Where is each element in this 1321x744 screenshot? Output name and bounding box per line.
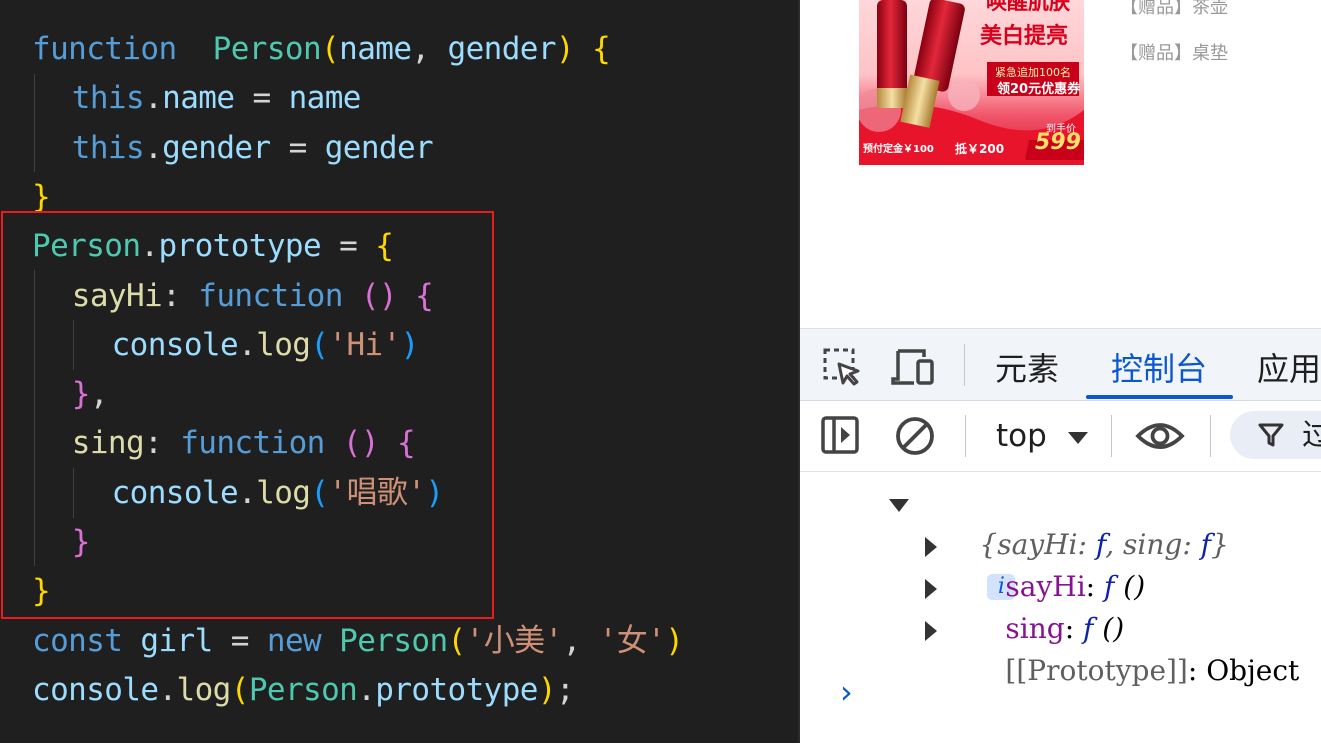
code-token: . [357, 671, 376, 708]
code-token: ) [555, 31, 575, 67]
code-token: '小美' [465, 622, 564, 659]
gift-item[interactable]: 【赠品】茶壶 [1120, 0, 1228, 19]
ad-price: 599 [1035, 130, 1081, 155]
code-token: log [176, 671, 232, 708]
active-tab-indicator [1086, 395, 1233, 399]
separator [1111, 415, 1112, 457]
code-line[interactable]: this.gender = gender [71, 124, 434, 173]
code-token: } [32, 178, 51, 215]
brace-close: } [1211, 528, 1229, 561]
code-token: name [162, 80, 235, 117]
filter-icon [1258, 423, 1284, 447]
code-token: name [288, 80, 362, 117]
code-token: gender [447, 31, 557, 67]
summary-sep: : [1182, 528, 1201, 561]
code-line[interactable]: function Person(name, gender) { [32, 25, 611, 74]
code-token: function [32, 31, 177, 67]
console-output: {sayHi: f, sing: f} i sayHi: f () sing: … [800, 472, 1321, 744]
code-token: new [266, 622, 322, 659]
product-ad-image[interactable]: 唤醒肌肤 美白提亮 紧急追加100名 领20元优惠券 到手价 预付定金￥100 … [859, 0, 1084, 165]
prototype-value: Object [1206, 654, 1300, 687]
function-symbol: f [1200, 528, 1212, 561]
ad-headline-1: 唤醒肌肤 [986, 0, 1070, 14]
filter-label: 过 [1302, 418, 1321, 453]
code-token: = [234, 80, 289, 117]
collapse-icon[interactable] [889, 499, 909, 512]
code-token: , [411, 31, 448, 67]
chevron-down-icon [1067, 432, 1088, 444]
property-row[interactable]: sing: f () [952, 569, 1124, 645]
separator [964, 344, 965, 386]
device-toolbar-icon[interactable] [890, 345, 938, 387]
expand-icon[interactable] [925, 621, 937, 641]
code-token: { [592, 31, 611, 67]
code-token: . [158, 671, 177, 708]
context-select[interactable]: top [996, 413, 1089, 459]
clear-console-icon[interactable] [894, 415, 936, 457]
prototype-key: [[Prototype]] [1005, 654, 1188, 687]
code-token: ) [537, 671, 557, 708]
gift-item[interactable]: 【赠品】桌垫 [1120, 39, 1228, 65]
code-token: ; [555, 671, 575, 708]
tab-elements[interactable]: 元素 [995, 329, 1059, 400]
code-line[interactable]: this.name = name [71, 74, 362, 123]
code-token: gender [324, 129, 434, 166]
expand-icon[interactable] [925, 579, 937, 599]
code-token: girl [140, 622, 213, 659]
code-token: ( [230, 671, 250, 708]
code-token: name [339, 31, 412, 67]
expand-icon[interactable] [925, 537, 937, 557]
ad-deduct: 抵￥200 [955, 142, 1005, 156]
console-prompt[interactable]: › [840, 672, 853, 712]
devtools-tabbar: 元素 控制台 应用 [800, 329, 1321, 401]
property-row[interactable]: sayHi: f () [952, 527, 1145, 603]
inspect-element-icon[interactable] [822, 347, 862, 387]
code-token: console [32, 671, 159, 708]
separator [1210, 415, 1211, 457]
filter-input[interactable]: 过 [1230, 411, 1321, 459]
code-token: prototype [375, 671, 538, 708]
context-value: top [996, 418, 1047, 454]
code-token: ( [447, 622, 467, 659]
ad-coupon-2: 领20元优惠券 [997, 82, 1081, 97]
code-token: ) [665, 622, 684, 659]
separator [965, 415, 966, 457]
code-editor[interactable]: function Person(name, gender) {this.name… [0, 0, 798, 743]
code-token: '女' [598, 622, 666, 659]
object-summary[interactable]: {sayHi: f, sing: f} i [926, 485, 1229, 600]
prototype-row[interactable]: [[Prototype]]: Object [952, 611, 1299, 687]
code-token: = [212, 622, 267, 659]
code-token: Person [339, 622, 448, 659]
indent-guide [34, 74, 35, 172]
code-token: this [71, 80, 145, 117]
ad-deposit: 预付定金￥100 [863, 144, 934, 155]
code-token: , [562, 622, 599, 659]
code-token: const [32, 622, 123, 659]
tab-application[interactable]: 应用 [1257, 329, 1321, 400]
highlight-box [1, 211, 494, 619]
code-token: = [270, 129, 325, 166]
code-token: this [71, 129, 145, 166]
console-toolbar: top 过 [800, 401, 1321, 472]
code-token: Person [248, 671, 358, 708]
code-token: gender [162, 129, 271, 166]
devtools-panel: 元素 控制台 应用 top 过 {sayHi: f, sing: f} i sa… [800, 328, 1321, 744]
sidebar-toggle-icon[interactable] [820, 415, 862, 457]
code-token: . [144, 80, 163, 117]
ad-headline-2: 美白提亮 [980, 24, 1069, 49]
prototype-sep: : [1187, 654, 1207, 687]
live-expression-eye-icon[interactable] [1135, 417, 1185, 455]
code-token: . [144, 129, 163, 166]
code-token: ( [321, 31, 340, 67]
code-line[interactable]: const girl = new Person('小美', '女') [32, 617, 684, 666]
tab-console[interactable]: 控制台 [1111, 329, 1207, 400]
code-line[interactable]: console.log(Person.prototype); [32, 666, 575, 715]
code-token: Person [212, 31, 322, 67]
